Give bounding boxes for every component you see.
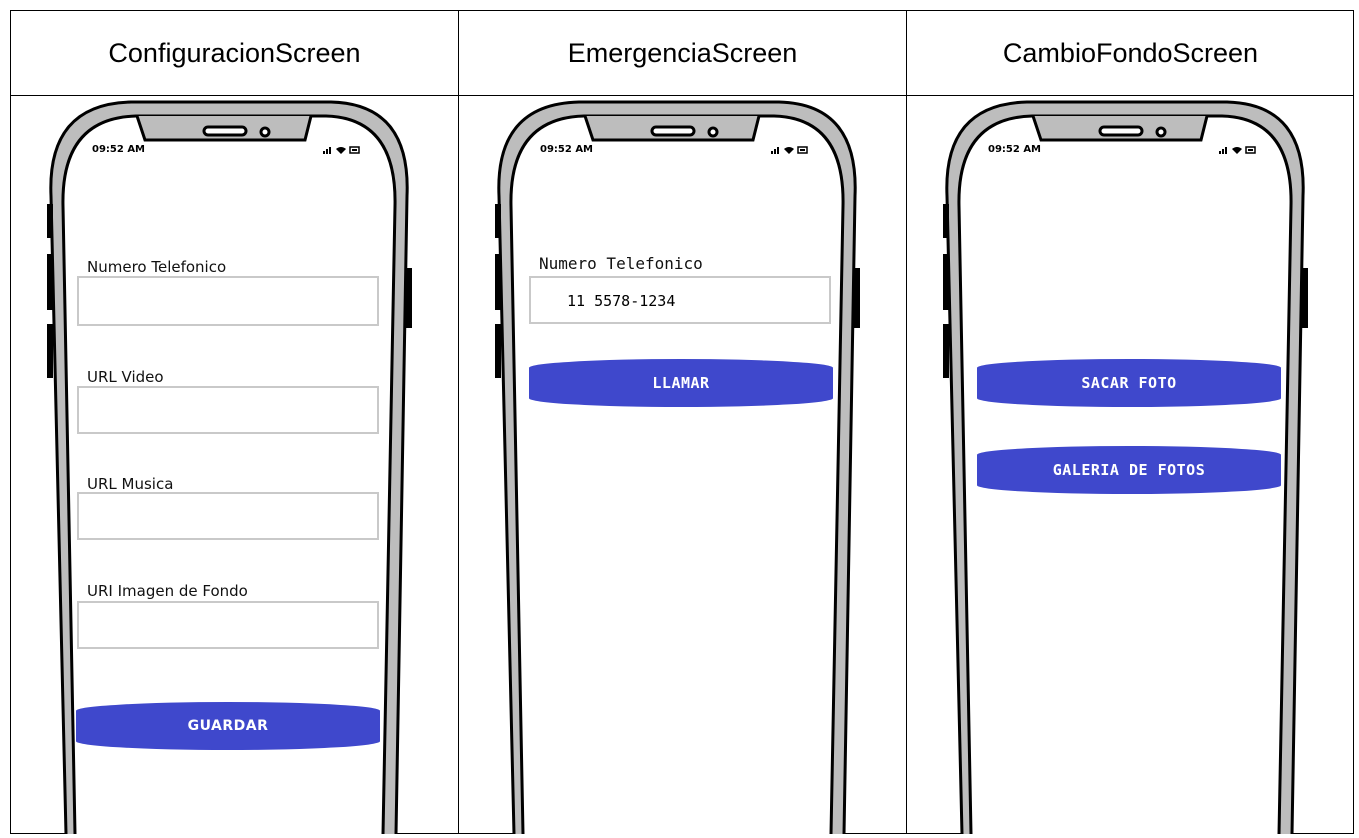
input-numero-telefonico[interactable] xyxy=(77,276,379,326)
numero-telefonico-value: 11 5578-1234 xyxy=(567,292,676,310)
power-button xyxy=(1301,268,1308,328)
galeria-de-fotos-button[interactable]: GALERIA DE FOTOS xyxy=(977,446,1281,494)
power-button xyxy=(853,268,860,328)
camera-icon xyxy=(259,126,271,138)
label-url-video: URL Video xyxy=(87,368,164,386)
input-numero-telefonico[interactable]: 11 5578-1234 xyxy=(529,276,831,324)
column-title-cambio-fondo: CambioFondoScreen xyxy=(1002,38,1259,68)
camera-icon xyxy=(1155,126,1167,138)
power-button xyxy=(405,268,412,328)
volume-button xyxy=(47,324,53,378)
volume-button xyxy=(495,254,501,310)
wireframe-table: ConfiguracionScreen EmergenciaScreen Cam… xyxy=(10,10,1354,834)
column-title-configuracion: ConfiguracionScreen xyxy=(108,38,361,68)
volume-button xyxy=(495,204,501,238)
configuracion-screen: 09:52 AM Numero Telefonico URL Video URL… xyxy=(11,96,458,834)
status-time: 09:52 AM xyxy=(92,144,146,155)
status-time: 09:52 AM xyxy=(540,144,594,155)
cambio-fondo-screen: 09:52 AM SACAR FOTO GALERIA DE FOTOS xyxy=(907,96,1354,834)
label-url-musica: URL Musica xyxy=(87,475,174,493)
label-numero-telefonico: Numero Telefonico xyxy=(539,254,703,273)
input-uri-imagen-fondo[interactable] xyxy=(77,601,379,649)
speaker-icon xyxy=(1098,125,1144,137)
input-url-musica[interactable] xyxy=(77,492,379,540)
volume-button xyxy=(943,204,949,238)
column-title-emergencia: EmergenciaScreen xyxy=(567,38,798,68)
volume-button xyxy=(943,324,949,378)
volume-button xyxy=(47,254,53,310)
volume-button xyxy=(495,324,501,378)
guardar-button[interactable]: GUARDAR xyxy=(76,702,380,750)
sacar-foto-button[interactable]: SACAR FOTO xyxy=(977,359,1281,407)
speaker-icon xyxy=(202,125,248,137)
label-uri-imagen-fondo: URI Imagen de Fondo xyxy=(87,582,248,600)
volume-button xyxy=(943,254,949,310)
status-time: 09:52 AM xyxy=(988,144,1042,155)
camera-icon xyxy=(707,126,719,138)
emergencia-screen: 09:52 AM Numero Telefonico 11 5578-1234 … xyxy=(459,96,906,834)
input-url-video[interactable] xyxy=(77,386,379,434)
llamar-button[interactable]: LLAMAR xyxy=(529,359,833,407)
label-numero-telefonico: Numero Telefonico xyxy=(87,258,227,276)
volume-button xyxy=(47,204,53,238)
phone-frame xyxy=(495,100,860,834)
speaker-icon xyxy=(650,125,696,137)
